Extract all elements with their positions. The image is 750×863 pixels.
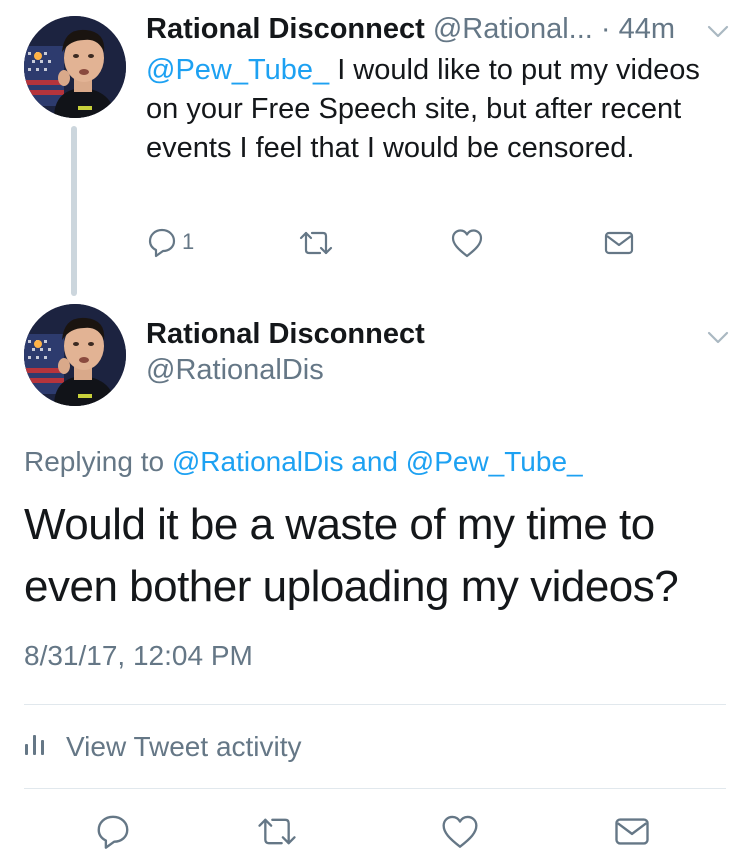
mention-link[interactable]: @Pew_Tube_ <box>406 446 583 477</box>
main-tweet-text: Would it be a waste of my time to even b… <box>24 500 679 611</box>
tweet-timestamp[interactable]: 8/31/17, 12:04 PM <box>24 640 253 672</box>
user-handle[interactable]: @Rational... <box>433 13 593 45</box>
retweet-button[interactable] <box>256 814 298 849</box>
like-button[interactable] <box>450 228 484 258</box>
view-tweet-activity-label: View Tweet activity <box>66 730 302 762</box>
chevron-down-icon[interactable] <box>706 330 730 346</box>
like-icon <box>450 228 484 258</box>
like-button[interactable] <box>440 814 480 849</box>
like-icon <box>440 814 480 849</box>
replying-to-line: Replying to @RationalDis and @Pew_Tube_ <box>24 446 583 478</box>
retweet-icon <box>298 228 334 258</box>
view-tweet-activity-button[interactable]: View Tweet activity <box>24 730 302 763</box>
retweet-icon <box>256 814 298 849</box>
parent-tweet-actions: 1 <box>0 224 750 264</box>
retweet-button[interactable] <box>298 228 334 258</box>
display-name[interactable]: Rational Disconnect <box>146 13 425 45</box>
reply-icon <box>94 812 132 850</box>
reply-icon <box>146 226 178 258</box>
direct-message-button[interactable] <box>614 816 650 847</box>
replying-prefix: Replying to <box>24 446 172 477</box>
avatar[interactable] <box>24 16 126 118</box>
relative-time: 44m <box>618 13 676 45</box>
display-name[interactable]: Rational Disconnect <box>146 318 425 351</box>
mention-link[interactable]: @RationalDis <box>172 446 344 477</box>
direct-message-icon <box>604 230 634 256</box>
parent-tweet-header: Rational Disconnect @Rational... · 44m <box>146 12 706 46</box>
direct-message-icon <box>614 816 650 847</box>
main-tweet-actions <box>0 808 750 858</box>
direct-message-button[interactable] <box>604 230 634 256</box>
chevron-down-icon[interactable] <box>706 24 730 40</box>
parent-tweet-text: @Pew_Tube_ I would like to put my videos… <box>146 51 726 168</box>
thread-connector-line <box>71 126 77 296</box>
reply-button[interactable]: 1 <box>146 226 194 258</box>
activity-bars-icon <box>24 730 66 763</box>
replying-and: and <box>343 446 406 477</box>
avatar[interactable] <box>24 304 126 406</box>
tweet-detail-screen: Rational Disconnect @Rational... · 44m @… <box>0 0 750 863</box>
mention-link[interactable]: @Pew_Tube_ <box>146 54 329 86</box>
divider <box>24 788 726 789</box>
user-handle[interactable]: @RationalDis <box>146 354 324 387</box>
reply-button[interactable] <box>94 812 132 850</box>
separator-dot: · <box>600 13 619 45</box>
divider <box>24 704 726 705</box>
reply-count: 1 <box>182 229 195 254</box>
